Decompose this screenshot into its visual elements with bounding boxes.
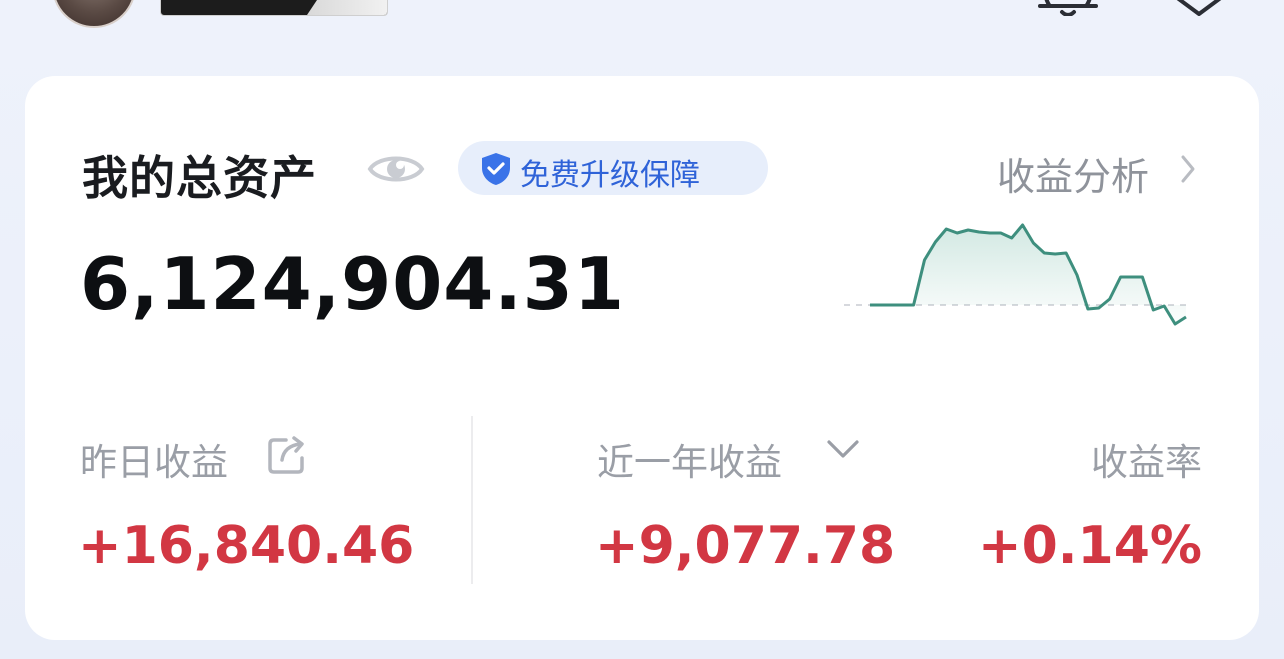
past-year-earnings-value: +9,077.78 [595, 516, 896, 576]
avatar[interactable] [52, 0, 136, 28]
banner-thumbnail[interactable] [160, 0, 388, 16]
bell-icon[interactable] [1030, 0, 1106, 16]
past-year-earnings-label[interactable]: 近一年收益 [597, 432, 782, 486]
yesterday-earnings-value: +16,840.46 [78, 516, 415, 576]
top-bar [0, 0, 1284, 70]
page-title: 我的总资产 [82, 151, 317, 205]
shield-outline-icon[interactable] [1168, 0, 1230, 16]
asset-sparkline[interactable] [840, 222, 1200, 342]
assets-card: 我的总资产 免费升级保障 收益分析 6,124,904.31 昨日收益 +16,… [25, 76, 1259, 640]
thumbnail-highlight [307, 0, 387, 15]
share-icon[interactable] [266, 434, 310, 476]
total-assets-value: 6,124,904.31 [80, 242, 625, 326]
shield-check-icon [482, 153, 510, 185]
stats-divider [471, 416, 473, 584]
sparkline-area [870, 225, 1186, 324]
badge-label: 免费升级保障 [520, 158, 700, 193]
upgrade-protection-badge[interactable]: 免费升级保障 [458, 141, 768, 195]
chevron-right-icon[interactable] [1180, 154, 1196, 184]
earnings-analysis-link[interactable]: 收益分析 [997, 146, 1149, 201]
eye-icon[interactable] [367, 148, 425, 190]
return-rate-label: 收益率 [1091, 441, 1202, 484]
chevron-down-icon[interactable] [825, 438, 861, 460]
yesterday-earnings-label: 昨日收益 [80, 441, 228, 484]
return-rate-value: +0.14% [978, 516, 1202, 576]
